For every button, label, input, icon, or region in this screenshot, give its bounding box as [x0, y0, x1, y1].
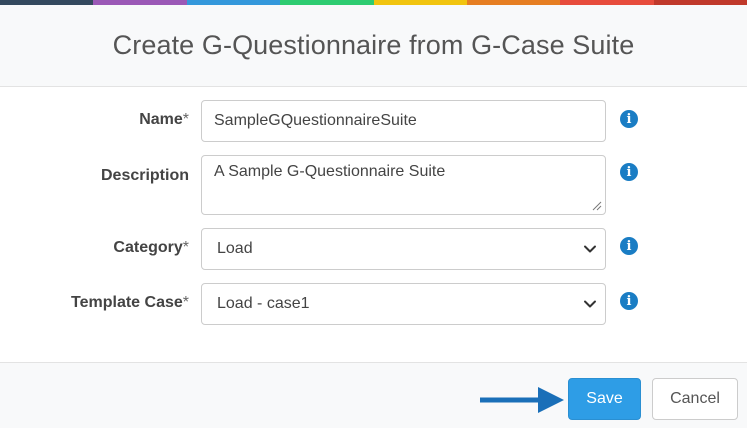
name-input[interactable]: SampleGQuestionnaireSuite: [201, 100, 606, 142]
description-row: Description A Sample G-Questionnaire Sui…: [0, 155, 747, 215]
name-input-value: SampleGQuestionnaireSuite: [214, 112, 417, 129]
template-case-row: Template Case* Load - case1 i: [0, 283, 747, 325]
dialog-footer: Save Cancel: [0, 362, 747, 428]
info-circle-icon[interactable]: i: [620, 110, 638, 128]
required-marker: *: [182, 111, 189, 128]
chevron-down-icon: [584, 245, 596, 253]
required-marker: *: [182, 239, 189, 256]
info-circle-icon[interactable]: i: [620, 292, 638, 310]
info-circle-icon[interactable]: i: [620, 237, 638, 255]
template-case-selected-value: Load - case1: [217, 295, 310, 312]
category-select[interactable]: Load: [201, 228, 606, 270]
chevron-down-icon: [584, 300, 596, 308]
dialog-title: Create G-Questionnaire from G-Case Suite: [112, 30, 635, 60]
required-marker: *: [182, 294, 189, 311]
description-textarea[interactable]: A Sample G-Questionnaire Suite: [201, 155, 606, 215]
info-circle-icon[interactable]: i: [620, 163, 638, 181]
description-label: Description: [100, 167, 189, 184]
category-label: Category*: [113, 239, 189, 256]
category-row: Category* Load i: [0, 228, 747, 270]
category-selected-value: Load: [217, 240, 253, 257]
name-label: Name*: [139, 111, 189, 128]
description-value: A Sample G-Questionnaire Suite: [214, 163, 446, 180]
save-button[interactable]: Save: [568, 378, 641, 420]
template-case-select[interactable]: Load - case1: [201, 283, 606, 325]
dialog-header: Create G-Questionnaire from G-Case Suite: [0, 5, 747, 87]
arrow-right-icon: [480, 387, 564, 413]
resize-handle-icon[interactable]: [592, 201, 602, 211]
template-case-label: Template Case*: [71, 294, 189, 311]
name-row: Name* SampleGQuestionnaireSuite i: [0, 100, 747, 142]
dialog-form: Name* SampleGQuestionnaireSuite i Descri…: [0, 88, 747, 362]
cancel-button[interactable]: Cancel: [652, 378, 738, 420]
